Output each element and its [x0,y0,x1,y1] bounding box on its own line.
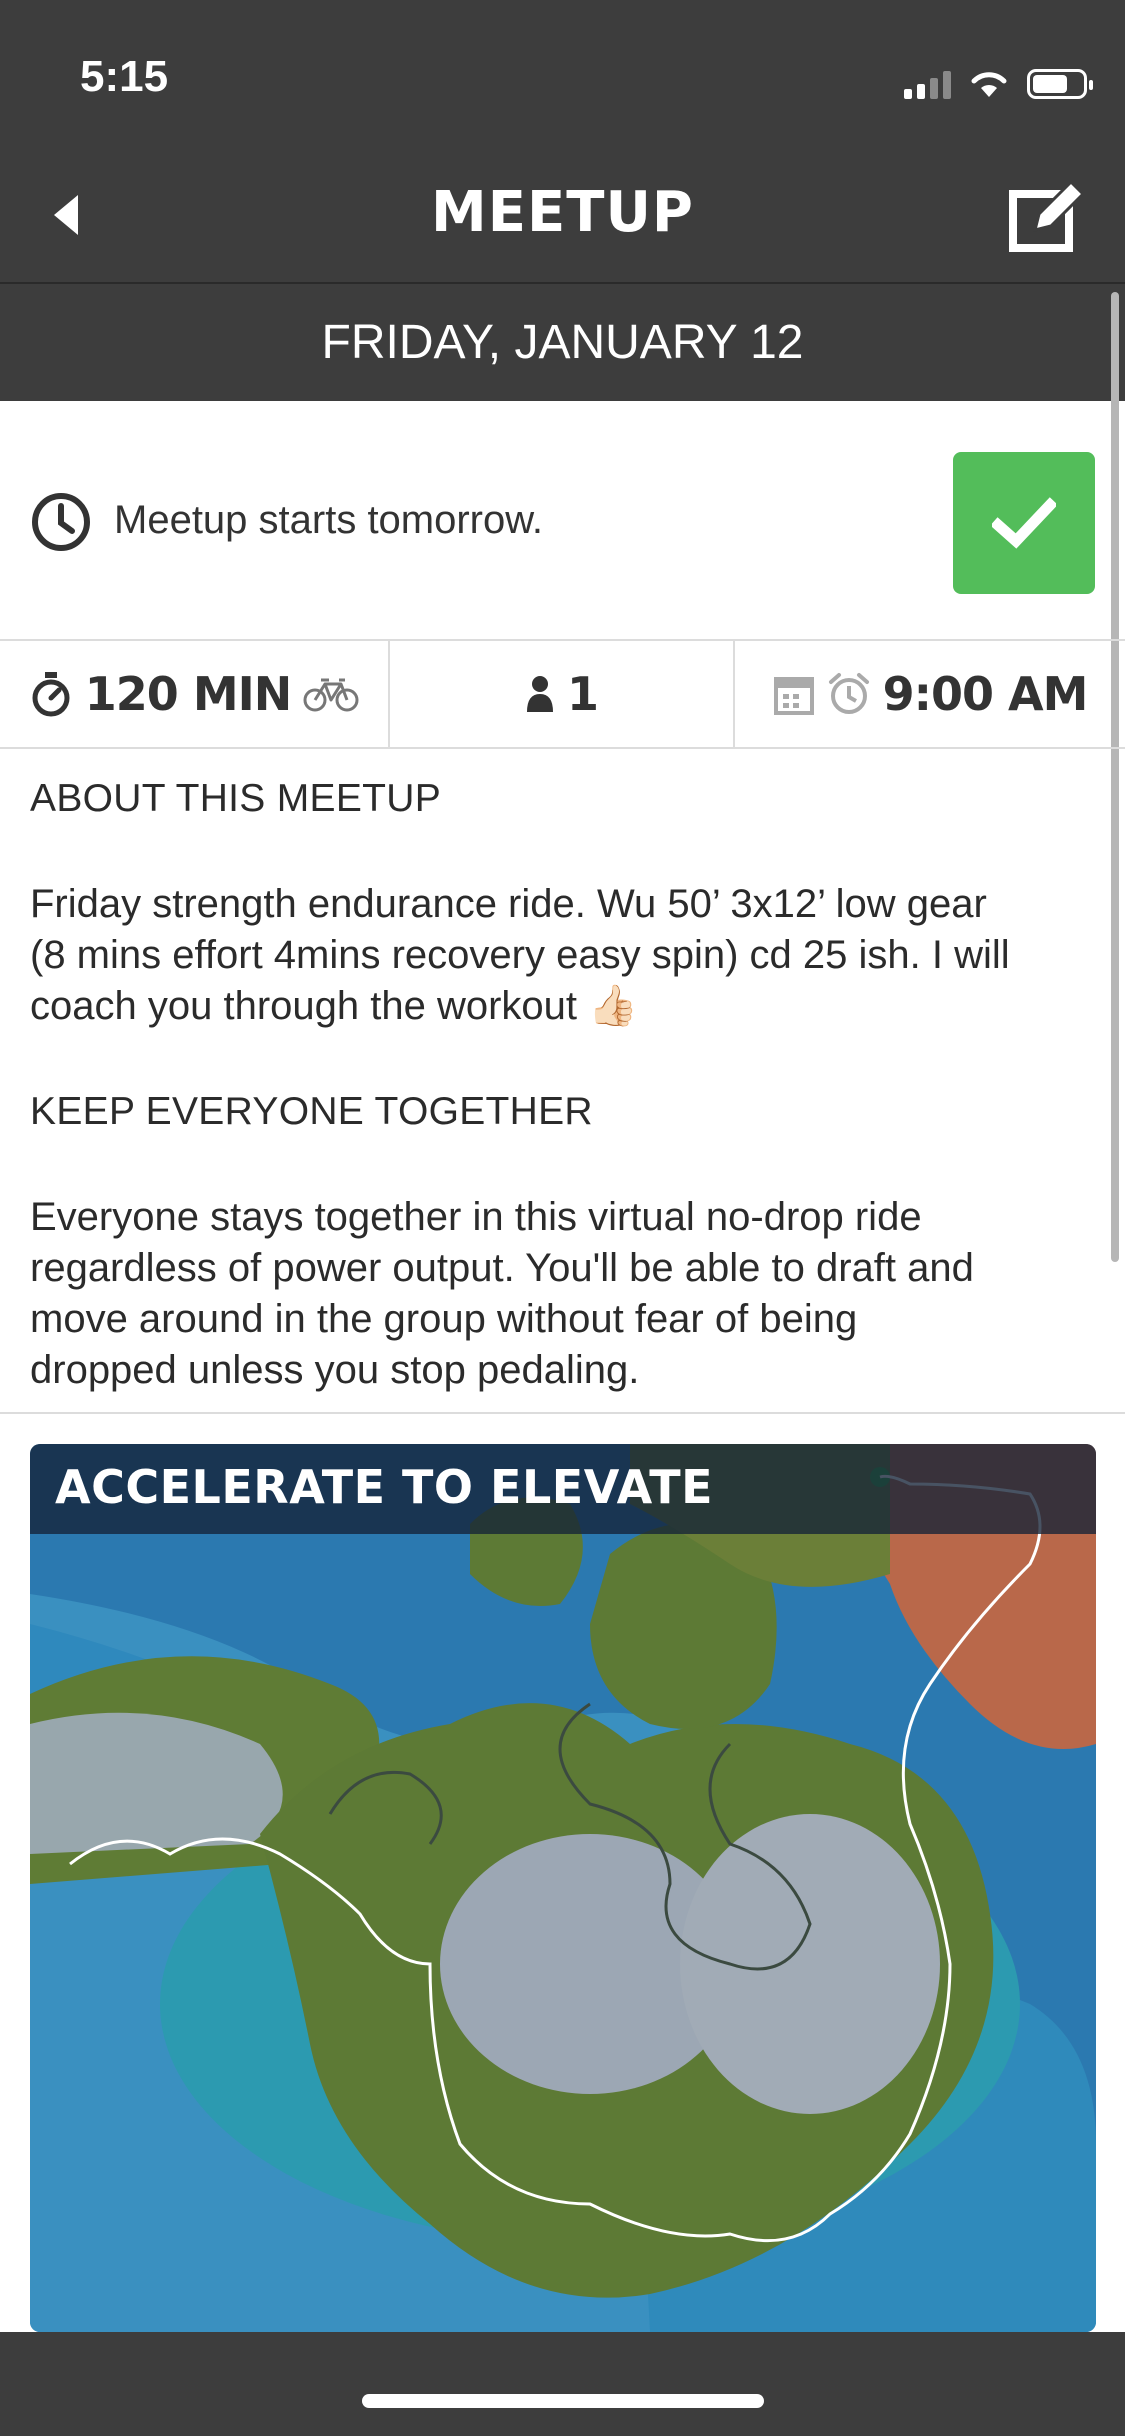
alarm-clock-icon [828,673,869,714]
stopwatch-icon [32,672,70,717]
duration-stat: 120 MIN [0,641,390,747]
route-name: ACCELERATE TO ELEVATE [55,1460,714,1514]
bike-icon [303,678,359,712]
signal-icon [904,69,951,99]
about-line: coach you through the workout [30,984,578,1028]
meetup-description: ABOUT THIS MEETUP Friday strength endura… [30,770,1090,1396]
wifi-icon [971,72,1007,97]
status-bar: 5:15 [0,0,1125,150]
about-line: (8 mins effort 4mins recovery easy spin)… [30,933,1010,977]
map-title-band: ACCELERATE TO ELEVATE [30,1444,1096,1534]
edit-icon[interactable] [1005,174,1087,256]
battery-icon [1027,69,1093,99]
calendar-icon [773,677,814,715]
clock-icon [32,493,90,551]
together-line: regardless of power output. You'll be ab… [30,1246,974,1290]
together-heading: KEEP EVERYONE TOGETHER [30,1090,593,1133]
page-title: MEETUP [431,180,694,245]
start-time-value: 9:00 AM [882,667,1089,721]
checkmark-icon [992,497,1056,549]
bottom-bar [0,2332,1125,2436]
together-line: Everyone stays together in this virtual … [30,1195,922,1239]
duration-value: 120 MIN [84,667,292,721]
thumbs-up-emoji: 👍🏻 [588,984,638,1028]
participants-stat: 1 [390,641,735,747]
notice-text: Meetup starts tomorrow. [114,498,544,542]
about-heading: ABOUT THIS MEETUP [30,777,442,820]
rsvp-button[interactable] [953,452,1095,594]
participants-value: 1 [566,667,599,721]
nav-bar: MEETUP [0,150,1125,284]
section-divider [0,1412,1125,1414]
status-icons [904,62,1093,106]
about-line: Friday strength endurance ride. Wu 50’ 3… [30,882,987,926]
meetup-stats: 120 MIN 1 9:00 AM [0,641,1125,749]
status-time: 5:15 [80,52,169,101]
date-header: FRIDAY, JANUARY 12 [0,284,1125,401]
start-time-stat: 9:00 AM [735,641,1125,747]
meetup-notice: Meetup starts tomorrow. [0,401,1125,641]
route-map[interactable]: ACCELERATE TO ELEVATE [30,1444,1096,2332]
route-map-image [30,1444,1096,2332]
together-line: move around in the group without fear of… [30,1297,858,1341]
home-indicator[interactable] [362,2394,764,2408]
together-line: dropped unless you stop pedaling. [30,1348,640,1392]
person-icon [526,676,553,712]
